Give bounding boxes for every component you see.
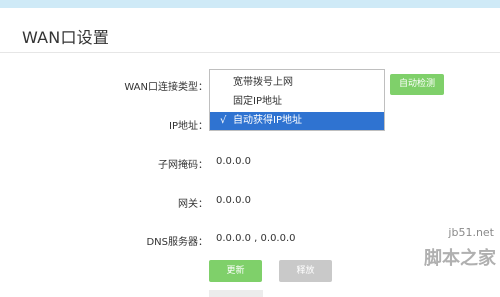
watermark-logo-text: 脚本之家 xyxy=(424,248,496,269)
dns-server-value: 0.0.0.0 , 0.0.0.0 xyxy=(216,233,296,244)
partial-element xyxy=(209,290,263,297)
dropdown-option-label: 自动获得IP地址 xyxy=(233,115,302,126)
dropdown-option-pppoe[interactable]: 宽带拨号上网 xyxy=(210,74,384,92)
gateway-value: 0.0.0.0 xyxy=(216,195,251,206)
gateway-label: 网关： xyxy=(178,199,208,210)
title-divider xyxy=(0,52,500,53)
top-banner xyxy=(0,0,500,8)
check-icon: √ xyxy=(220,115,227,126)
dropdown-option-dhcp[interactable]: √ 自动获得IP地址 xyxy=(210,112,384,130)
wan-type-label: WAN口连接类型： xyxy=(124,82,208,93)
dropdown-option-static-ip[interactable]: 固定IP地址 xyxy=(210,93,384,111)
ip-address-label: IP地址： xyxy=(169,121,208,132)
release-button[interactable]: 释放 xyxy=(279,260,332,282)
dropdown-option-label: 宽带拨号上网 xyxy=(233,77,293,88)
subnet-mask-value: 0.0.0.0 xyxy=(216,156,251,167)
wan-type-dropdown[interactable]: 宽带拨号上网 固定IP地址 √ 自动获得IP地址 xyxy=(209,69,385,131)
update-button[interactable]: 更新 xyxy=(209,260,262,282)
subnet-mask-label: 子网掩码： xyxy=(158,160,208,171)
dropdown-option-label: 固定IP地址 xyxy=(233,96,282,107)
watermark-url: jb51.net xyxy=(448,226,494,239)
page-title: WAN口设置 xyxy=(22,28,110,47)
dns-server-label: DNS服务器： xyxy=(146,237,208,248)
site-watermark: jb51.net 脚本之家 xyxy=(378,222,500,297)
auto-detect-button[interactable]: 自动检测 xyxy=(390,74,444,95)
